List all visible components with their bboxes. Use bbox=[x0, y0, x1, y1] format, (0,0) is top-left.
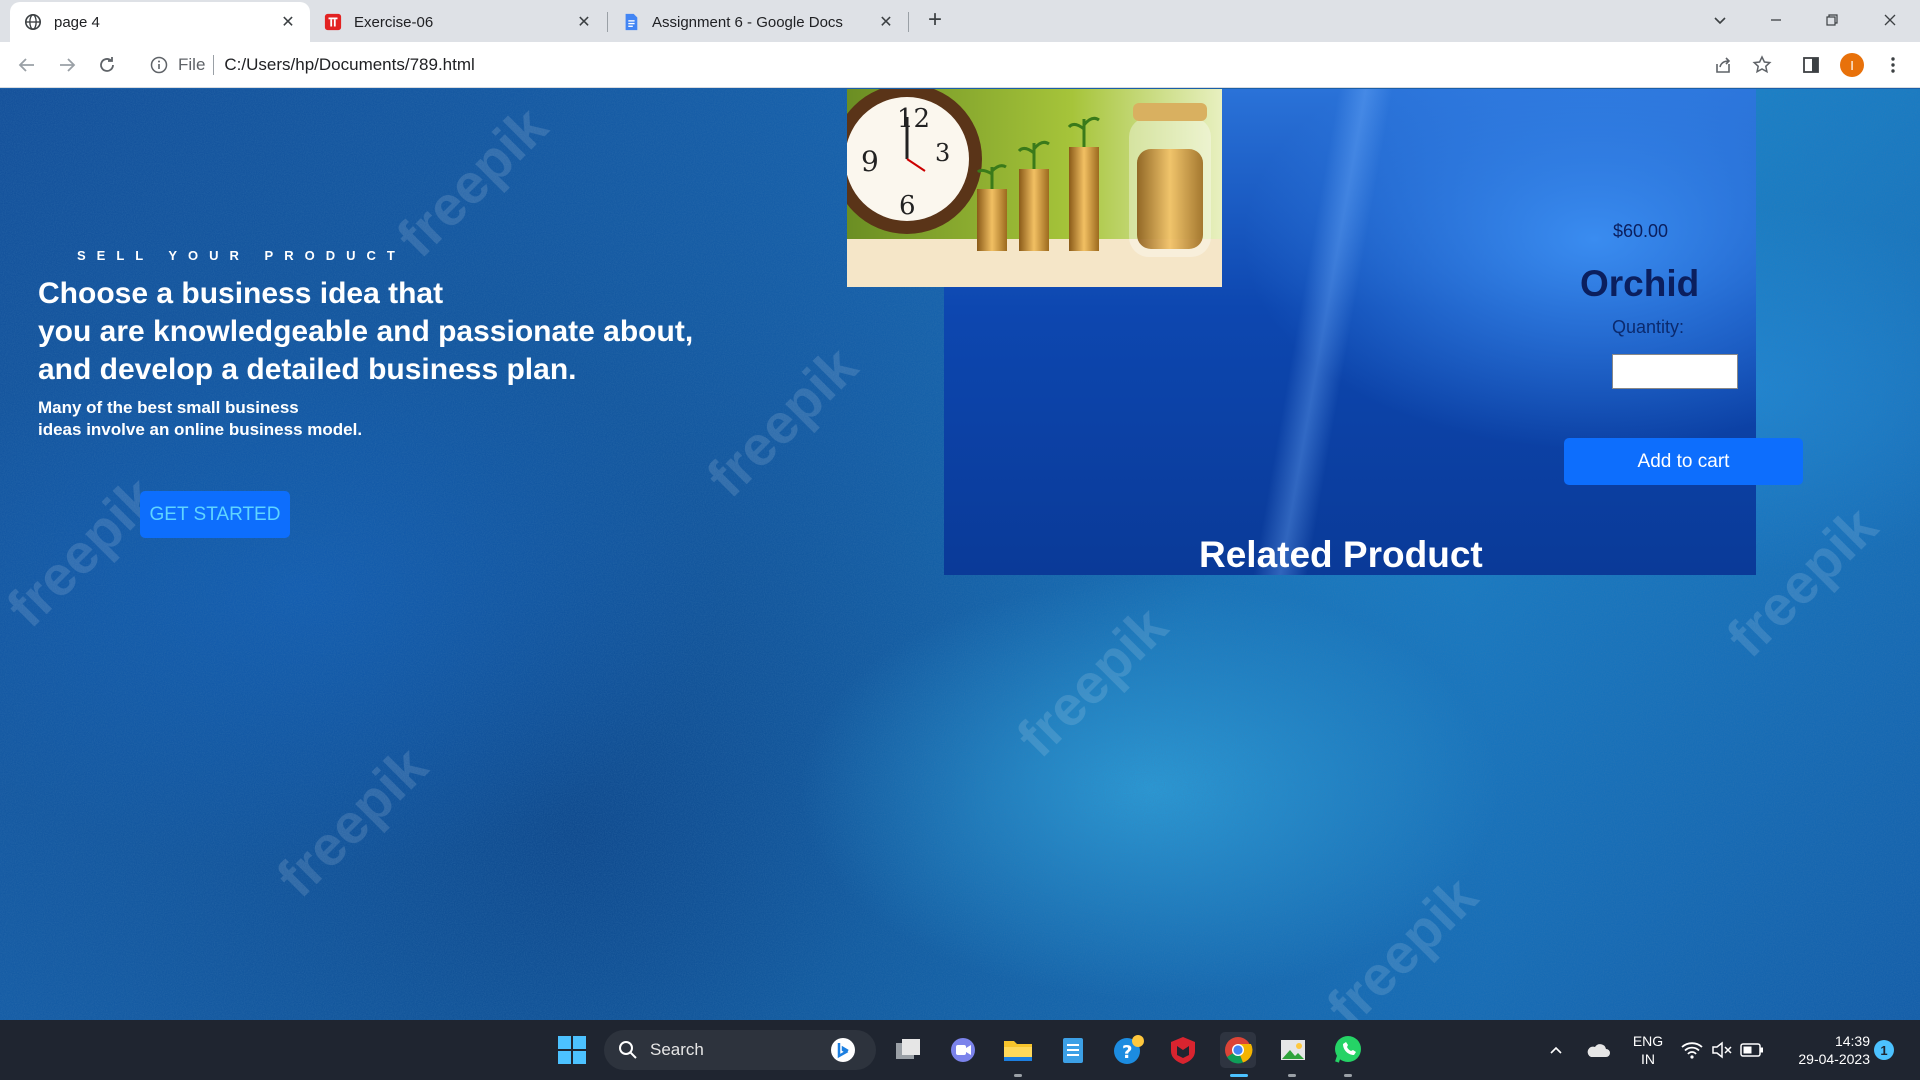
side-panel-icon[interactable] bbox=[1797, 51, 1825, 79]
eyebrow-text: SELL YOUR PRODUCT bbox=[77, 248, 406, 263]
clock[interactable]: 14:39 29-04-2023 bbox=[1778, 1032, 1870, 1068]
profile-avatar[interactable]: I bbox=[1838, 51, 1866, 79]
hero-subline: Many of the best small business ideas in… bbox=[38, 397, 438, 441]
back-arrow-icon[interactable] bbox=[13, 51, 41, 79]
url-scheme: File bbox=[178, 55, 206, 74]
running-indicator bbox=[1344, 1074, 1352, 1077]
page-viewport: freepik freepik freepik freepik freepik … bbox=[0, 89, 1920, 1020]
photo-editor-icon[interactable] bbox=[1275, 1032, 1311, 1068]
region-code: IN bbox=[1641, 1051, 1655, 1067]
running-indicator bbox=[1288, 1074, 1296, 1077]
notification-badge[interactable]: 1 bbox=[1868, 1032, 1900, 1068]
restore-icon[interactable] bbox=[1804, 0, 1860, 40]
task-view-icon[interactable] bbox=[890, 1032, 926, 1068]
info-icon[interactable] bbox=[150, 56, 168, 74]
close-tab-icon[interactable]: ✕ bbox=[280, 14, 296, 31]
share-icon[interactable] bbox=[1709, 51, 1737, 79]
file-explorer-icon[interactable] bbox=[1000, 1032, 1036, 1068]
tab-page-4[interactable]: page 4 ✕ bbox=[10, 2, 310, 42]
avatar: I bbox=[1840, 53, 1864, 77]
search-label: Search bbox=[650, 1040, 704, 1059]
language-indicator[interactable]: ENG IN bbox=[1628, 1032, 1668, 1068]
related-product-heading: Related Product bbox=[1199, 534, 1483, 575]
teams-chat-icon[interactable] bbox=[945, 1032, 981, 1068]
svg-text:?: ? bbox=[1122, 1042, 1132, 1063]
tab-title: Assignment 6 - Google Docs bbox=[652, 13, 843, 31]
bookmark-star-icon[interactable] bbox=[1748, 51, 1776, 79]
clock-date: 29-04-2023 bbox=[1798, 1051, 1870, 1067]
tab-exercise-06[interactable]: Exercise-06 ✕ bbox=[310, 2, 606, 42]
menu-kebab-icon[interactable] bbox=[1879, 51, 1907, 79]
running-indicator bbox=[1014, 1074, 1022, 1077]
windows-start-icon[interactable] bbox=[554, 1032, 590, 1068]
notepad-icon[interactable] bbox=[1055, 1032, 1091, 1068]
browser-tab-strip: page 4 ✕ Exercise-06 ✕ Assignment 6 - Go… bbox=[0, 0, 1920, 42]
subline-line: Many of the best small business bbox=[38, 398, 299, 417]
exercise-favicon-icon bbox=[324, 13, 342, 31]
windows-taskbar: Search ? ENG IN 14:39 29-04-2023 1 bbox=[0, 1020, 1920, 1080]
onedrive-cloud-icon[interactable] bbox=[1580, 1032, 1616, 1068]
active-app-indicator bbox=[1230, 1074, 1248, 1077]
clock-time: 14:39 bbox=[1834, 1033, 1870, 1049]
address-bar[interactable]: File C:/Users/hp/Documents/789.html bbox=[140, 49, 1740, 81]
close-tab-icon[interactable]: ✕ bbox=[576, 14, 592, 31]
svg-text:12: 12 bbox=[897, 104, 930, 134]
tray-chevron-up-icon[interactable] bbox=[1538, 1032, 1574, 1068]
headline-line: Choose a business idea that bbox=[38, 277, 444, 310]
svg-text:6: 6 bbox=[899, 191, 916, 221]
headline-line: and develop a detailed business plan. bbox=[38, 353, 577, 386]
get-started-button[interactable]: GET STARTED bbox=[140, 491, 290, 538]
notification-count: 1 bbox=[1874, 1040, 1894, 1060]
tab-search-chevron-icon[interactable] bbox=[1692, 0, 1748, 40]
bing-icon[interactable] bbox=[830, 1037, 856, 1063]
reload-icon[interactable] bbox=[93, 51, 121, 79]
language-code: ENG bbox=[1632, 1033, 1664, 1049]
browser-toolbar: File C:/Users/hp/Documents/789.html I bbox=[0, 42, 1920, 88]
product-price: $60.00 bbox=[1613, 221, 1669, 241]
chrome-icon[interactable] bbox=[1220, 1032, 1256, 1068]
product-name: Orchid bbox=[1580, 263, 1700, 304]
divider bbox=[213, 55, 215, 75]
hero-headline: Choose a business idea that you are know… bbox=[38, 275, 738, 389]
forward-arrow-icon[interactable] bbox=[53, 51, 81, 79]
whatsapp-icon[interactable] bbox=[1330, 1032, 1366, 1068]
globe-icon bbox=[24, 13, 42, 31]
tab-separator bbox=[908, 12, 909, 32]
close-tab-icon[interactable]: ✕ bbox=[878, 14, 894, 31]
svg-text:3: 3 bbox=[935, 139, 950, 167]
tab-title: page 4 bbox=[54, 13, 100, 31]
battery-icon[interactable] bbox=[1734, 1032, 1770, 1068]
taskbar-search-box[interactable]: Search bbox=[604, 1030, 876, 1070]
quantity-label: Quantity: bbox=[1612, 317, 1685, 337]
tab-title: Exercise-06 bbox=[354, 13, 434, 31]
url-text[interactable]: C:/Users/hp/Documents/789.html bbox=[224, 55, 474, 75]
google-docs-icon bbox=[625, 13, 638, 31]
add-to-cart-button[interactable]: Add to cart bbox=[1564, 438, 1803, 485]
search-icon bbox=[619, 1041, 637, 1059]
minimize-icon[interactable] bbox=[1748, 0, 1804, 40]
close-window-icon[interactable] bbox=[1862, 0, 1918, 40]
headline-line: you are knowledgeable and passionate abo… bbox=[38, 315, 694, 348]
quantity-input[interactable] bbox=[1612, 354, 1738, 389]
subline-line: ideas involve an online business model. bbox=[38, 420, 363, 439]
product-image-clock-coins: 12 3 6 9 bbox=[847, 89, 1222, 287]
new-tab-plus-icon[interactable]: + bbox=[922, 8, 948, 34]
svg-text:9: 9 bbox=[861, 145, 879, 178]
tab-google-docs[interactable]: Assignment 6 - Google Docs ✕ bbox=[608, 2, 908, 42]
mcafee-shield-icon[interactable] bbox=[1165, 1032, 1201, 1068]
help-tips-icon[interactable]: ? bbox=[1110, 1032, 1146, 1068]
